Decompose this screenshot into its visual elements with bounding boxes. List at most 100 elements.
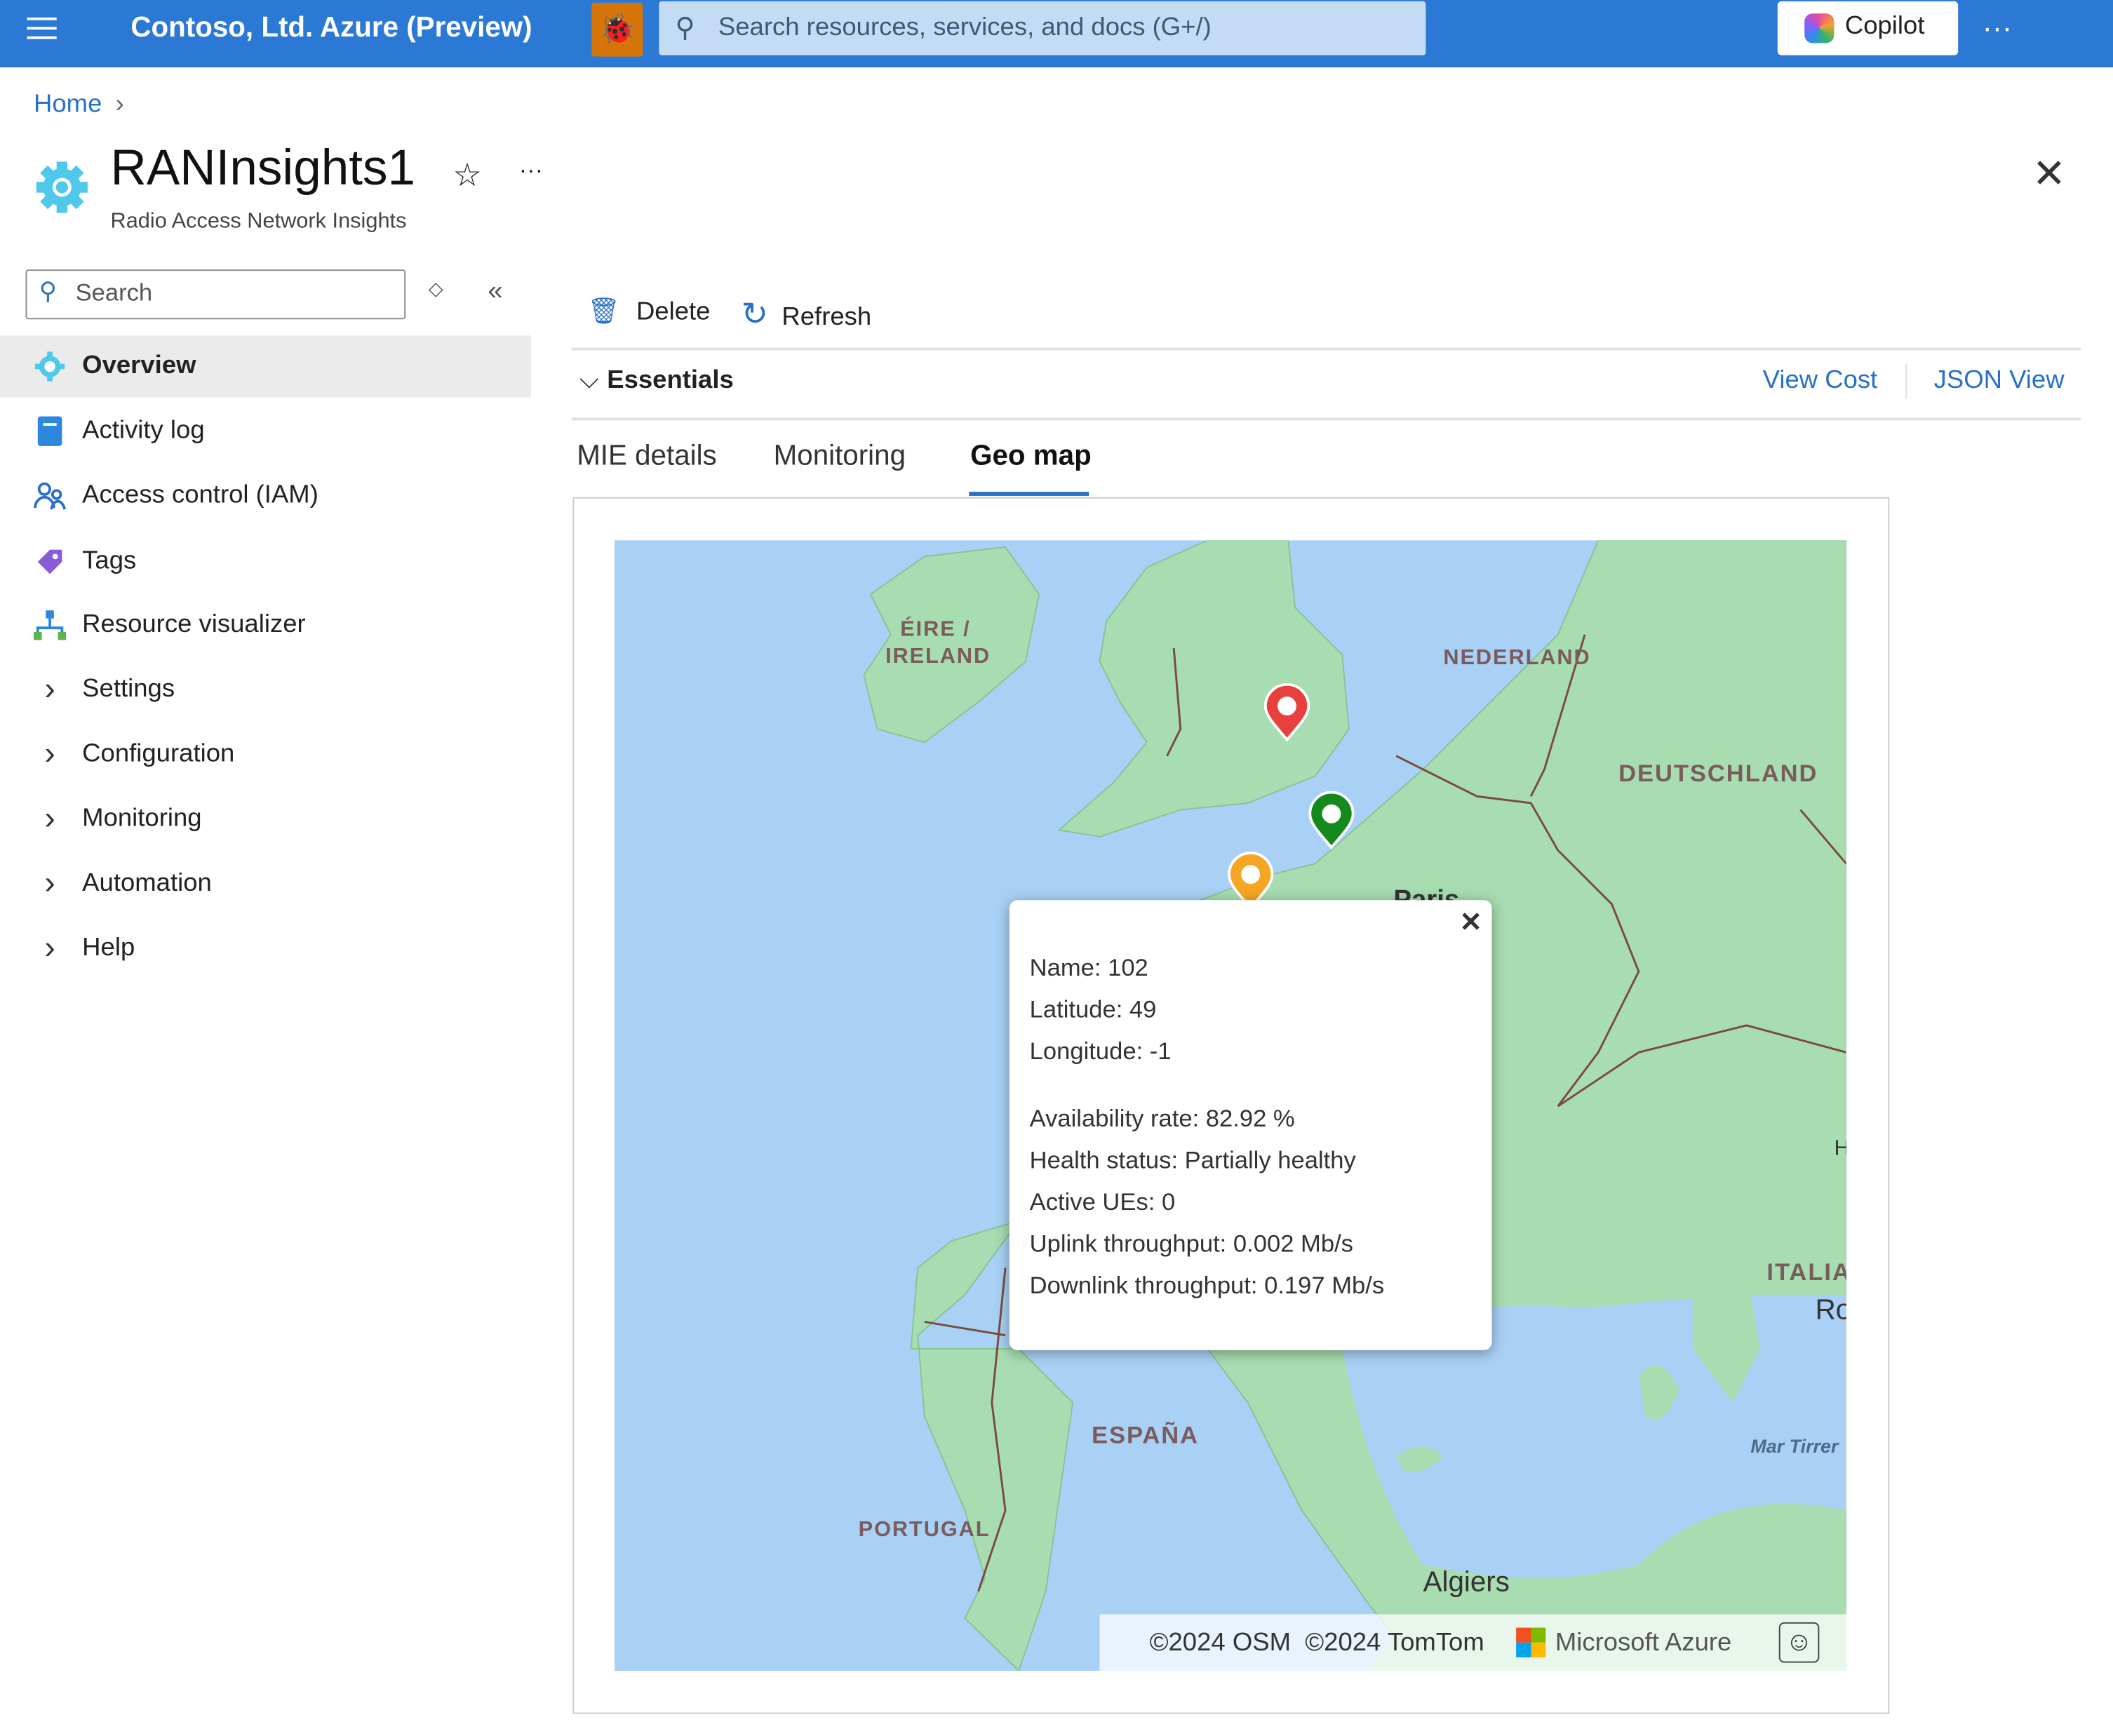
page-title: RANInsights1 [110, 140, 416, 196]
popup-downlink: Downlink throughput: 0.197 Mb/s [1029, 1272, 1385, 1299]
active-tab-indicator [969, 492, 1089, 496]
map-label-spain: ESPAÑA [1092, 1421, 1200, 1449]
sidebar-item-monitoring[interactable]: › Monitoring [0, 788, 531, 850]
gear-icon [32, 349, 67, 384]
hierarchy-icon [32, 607, 67, 642]
people-icon [32, 478, 67, 513]
sidebar-item-label: Settings [82, 675, 175, 704]
refresh-label: Refresh [782, 303, 872, 332]
brand-text: Microsoft Azure [1555, 1629, 1732, 1657]
map-attribution: ©2024 OSM ©2024 TomTom Microsoft Azure ☺ [1099, 1614, 1846, 1671]
bug-report-button[interactable]: 🐞 [591, 2, 643, 57]
sidebar-item-automation[interactable]: › Automation [0, 853, 531, 915]
delete-button[interactable]: 🗑 Delete [588, 295, 711, 328]
popup-longitude: Longitude: -1 [1029, 1037, 1172, 1065]
global-search-input[interactable]: ⚲ Search resources, services, and docs (… [659, 1, 1426, 55]
delete-label: Delete [636, 297, 711, 326]
divider [571, 347, 2081, 351]
sidebar-item-configuration[interactable]: › Configuration [0, 724, 531, 786]
resource-type: Radio Access Network Insights [110, 210, 407, 234]
collapse-sidebar-icon[interactable]: « [488, 276, 502, 307]
microsoft-logo-icon [1516, 1627, 1546, 1657]
top-bar: Contoso, Ltd. Azure (Preview) 🐞 ⚲ Search… [0, 0, 2113, 68]
map-label-algiers: Algiers [1423, 1567, 1510, 1599]
chevron-right-icon: › [44, 929, 55, 967]
popup-close-icon[interactable]: ✕ [1459, 906, 1482, 939]
chevron-right-icon: › [44, 800, 55, 837]
chevron-right-icon: › [115, 90, 124, 119]
popup-health: Health status: Partially healthy [1029, 1146, 1356, 1174]
resource-gear-icon [34, 159, 90, 216]
sidebar-item-tags[interactable]: Tags [0, 531, 531, 593]
map-pin-healthy[interactable] [1307, 790, 1355, 851]
refresh-icon: ↻ [741, 296, 769, 333]
portal-title[interactable]: Contoso, Ltd. Azure (Preview) [130, 12, 532, 44]
view-cost-link[interactable]: View Cost [1763, 367, 1878, 396]
sort-icon[interactable]: ◇ [429, 278, 443, 301]
popup-uplink: Uplink throughput: 0.002 Mb/s [1029, 1230, 1353, 1258]
search-placeholder: Search [75, 278, 153, 307]
sidebar-item-label: Tags [82, 546, 137, 576]
close-icon[interactable]: ✕ [2032, 151, 2066, 198]
essentials-label: Essentials [607, 366, 734, 395]
chevron-right-icon: › [44, 865, 55, 902]
sidebar-item-activity-log[interactable]: Activity log [0, 401, 531, 462]
trash-icon: 🗑 [587, 297, 620, 326]
search-placeholder: Search resources, services, and docs (G+… [718, 13, 1212, 42]
sidebar-item-label: Automation [82, 869, 212, 898]
map-label-h: H [1834, 1137, 1846, 1162]
sidebar-item-settings[interactable]: › Settings [0, 659, 531, 720]
sidebar-item-label: Help [82, 934, 135, 962]
divider [571, 417, 2081, 421]
map-label-ireland-2: IRELAND [885, 645, 991, 668]
map-popup: ✕ Name: 102 Latitude: 49 Longitude: -1 A… [1009, 900, 1492, 1350]
sidebar-item-label: Overview [82, 351, 196, 380]
copilot-button[interactable]: Copilot [1777, 1, 1959, 55]
copilot-label: Copilot [1844, 12, 1925, 41]
copilot-icon [1804, 13, 1834, 43]
hamburger-menu-icon[interactable] [27, 17, 57, 39]
refresh-button[interactable]: ↻ Refresh [742, 295, 872, 335]
divider [1905, 363, 1907, 399]
log-icon [32, 414, 67, 449]
sidebar-item-resource-visualizer[interactable]: Resource visualizer [0, 594, 531, 656]
map-label-italy: ITALIA [1766, 1258, 1846, 1286]
sidebar-item-overview[interactable]: Overview [0, 335, 531, 398]
tab-monitoring[interactable]: Monitoring [774, 440, 906, 473]
map-label-germany: DEUTSCHLAND [1618, 760, 1818, 787]
popup-active-ues: Active UEs: 0 [1029, 1188, 1176, 1216]
tab-geo-map[interactable]: Geo map [970, 440, 1092, 473]
sidebar-item-label: Resource visualizer [82, 610, 306, 639]
sidebar-item-label: Monitoring [82, 804, 202, 833]
feedback-smiley-icon[interactable]: ☺ [1778, 1622, 1820, 1663]
sidebar-item-access-control-iam[interactable]: Access control (IAM) [0, 465, 531, 527]
sidebar-item-help[interactable]: › Help [0, 917, 531, 979]
map-label-netherlands: NEDERLAND [1443, 647, 1591, 670]
tab-mie-details[interactable]: MIE details [577, 440, 717, 473]
copyright-text: ©2024 OSM ©2024 TomTom [1149, 1629, 1484, 1657]
tag-icon [32, 544, 67, 579]
breadcrumb-home[interactable]: Home [34, 90, 102, 119]
sidebar-search-input[interactable]: ⚲ Search [25, 269, 406, 320]
sidebar-item-label: Activity log [82, 416, 205, 445]
more-options-button[interactable]: ··· [1983, 11, 2012, 46]
resource-more-button[interactable]: ··· [519, 156, 544, 184]
chevron-right-icon: › [44, 671, 55, 708]
map-label-tyrrhenian: Mar Tirrer [1750, 1434, 1839, 1457]
json-view-link[interactable]: JSON View [1934, 367, 2065, 396]
popup-name: Name: 102 [1029, 954, 1148, 981]
search-icon: ⚲ [675, 13, 695, 43]
map-pin-unhealthy[interactable] [1263, 683, 1311, 743]
essentials-toggle[interactable]: ⌵ Essentials [579, 367, 734, 396]
chevron-down-icon: ⌵ [579, 366, 599, 395]
favorite-star-icon[interactable]: ☆ [452, 156, 481, 196]
sidebar-item-label: Configuration [82, 739, 235, 768]
map-label-ireland: ÉIRE / [900, 618, 971, 642]
map-label-rome: Ro [1815, 1295, 1846, 1326]
popup-latitude: Latitude: 49 [1029, 995, 1157, 1023]
search-icon: ⚲ [39, 277, 58, 305]
map-label-portugal: PORTUGAL [858, 1518, 991, 1542]
sidebar-item-label: Access control (IAM) [82, 480, 318, 510]
popup-availability: Availability rate: 82.92 % [1029, 1105, 1295, 1132]
chevron-right-icon: › [44, 735, 55, 772]
